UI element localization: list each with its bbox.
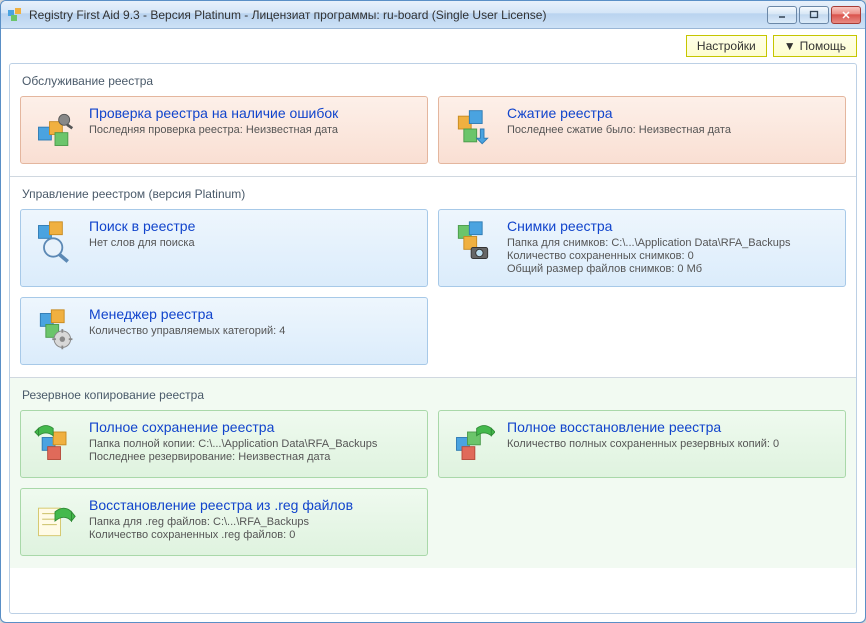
toolbar: Настройки ▼ Помощь xyxy=(1,29,865,59)
settings-label: Настройки xyxy=(697,39,756,53)
card-line: Количество полных сохраненных резервных … xyxy=(507,438,835,450)
card-line: Количество управляемых категорий: 4 xyxy=(89,325,417,337)
content-panel: Обслуживание реестра Проверка реестра xyxy=(9,63,857,614)
card-line: Общий размер файлов снимков: 0 Мб xyxy=(507,263,835,275)
registry-manager-icon xyxy=(31,306,79,354)
card-title: Снимки реестра xyxy=(507,218,835,234)
check-registry-icon xyxy=(31,105,79,153)
card-full-restore[interactable]: Полное восстановление реестра Количество… xyxy=(438,410,846,478)
card-title: Полное сохранение реестра xyxy=(89,419,417,435)
app-icon xyxy=(7,7,23,23)
snapshots-icon xyxy=(449,218,497,266)
titlebar: Registry First Aid 9.3 - Версия Platinum… xyxy=(1,1,865,29)
help-label: Помощь xyxy=(800,39,846,53)
card-line: Нет слов для поиска xyxy=(89,237,417,249)
card-line: Количество сохраненных снимков: 0 xyxy=(507,250,835,262)
section-manage: Управление реестром (версия Platinum) По… xyxy=(10,176,856,377)
section-title-backup: Резервное копирование реестра xyxy=(22,388,846,402)
section-maintenance: Обслуживание реестра Проверка реестра xyxy=(10,64,856,176)
card-title: Менеджер реестра xyxy=(89,306,417,322)
card-title: Восстановление реестра из .reg файлов xyxy=(89,497,417,513)
full-backup-icon xyxy=(31,419,79,467)
card-line: Количество сохраненных .reg файлов: 0 xyxy=(89,529,417,541)
card-title: Полное восстановление реестра xyxy=(507,419,835,435)
section-title-manage: Управление реестром (версия Platinum) xyxy=(22,187,846,201)
compress-registry-icon xyxy=(449,105,497,153)
card-line: Папка для .reg файлов: C:\...\RFA_Backup… xyxy=(89,516,417,528)
minimize-button[interactable] xyxy=(767,6,797,24)
card-line: Папка полной копии: C:\...\Application D… xyxy=(89,438,417,450)
card-line: Последняя проверка реестра: Неизвестная … xyxy=(89,124,417,136)
search-registry-icon xyxy=(31,218,79,266)
window-buttons xyxy=(767,6,861,24)
card-line: Последнее сжатие было: Неизвестная дата xyxy=(507,124,835,136)
card-title: Поиск в реестре xyxy=(89,218,417,234)
card-snapshots[interactable]: Снимки реестра Папка для снимков: C:\...… xyxy=(438,209,846,287)
card-line: Последнее резервирование: Неизвестная да… xyxy=(89,451,417,463)
card-registry-manager[interactable]: Менеджер реестра Количество управляемых … xyxy=(20,297,428,365)
help-button[interactable]: ▼ Помощь xyxy=(773,35,857,57)
full-restore-icon xyxy=(449,419,497,467)
card-search-registry[interactable]: Поиск в реестре Нет слов для поиска xyxy=(20,209,428,287)
reg-restore-icon xyxy=(31,497,79,545)
card-title: Проверка реестра на наличие ошибок xyxy=(89,105,417,121)
card-compress-registry[interactable]: Сжатие реестра Последнее сжатие было: Не… xyxy=(438,96,846,164)
chevron-down-icon: ▼ xyxy=(784,39,796,53)
card-line: Папка для снимков: C:\...\Application Da… xyxy=(507,237,835,249)
card-title: Сжатие реестра xyxy=(507,105,835,121)
close-button[interactable] xyxy=(831,6,861,24)
card-full-backup[interactable]: Полное сохранение реестра Папка полной к… xyxy=(20,410,428,478)
section-title-maintenance: Обслуживание реестра xyxy=(22,74,846,88)
section-backup: Резервное копирование реестра Полное с xyxy=(10,377,856,568)
app-window: Registry First Aid 9.3 - Версия Platinum… xyxy=(0,0,866,623)
card-check-registry[interactable]: Проверка реестра на наличие ошибок После… xyxy=(20,96,428,164)
settings-button[interactable]: Настройки xyxy=(686,35,767,57)
card-reg-restore[interactable]: Восстановление реестра из .reg файлов Па… xyxy=(20,488,428,556)
maximize-button[interactable] xyxy=(799,6,829,24)
window-title: Registry First Aid 9.3 - Версия Platinum… xyxy=(29,8,767,22)
